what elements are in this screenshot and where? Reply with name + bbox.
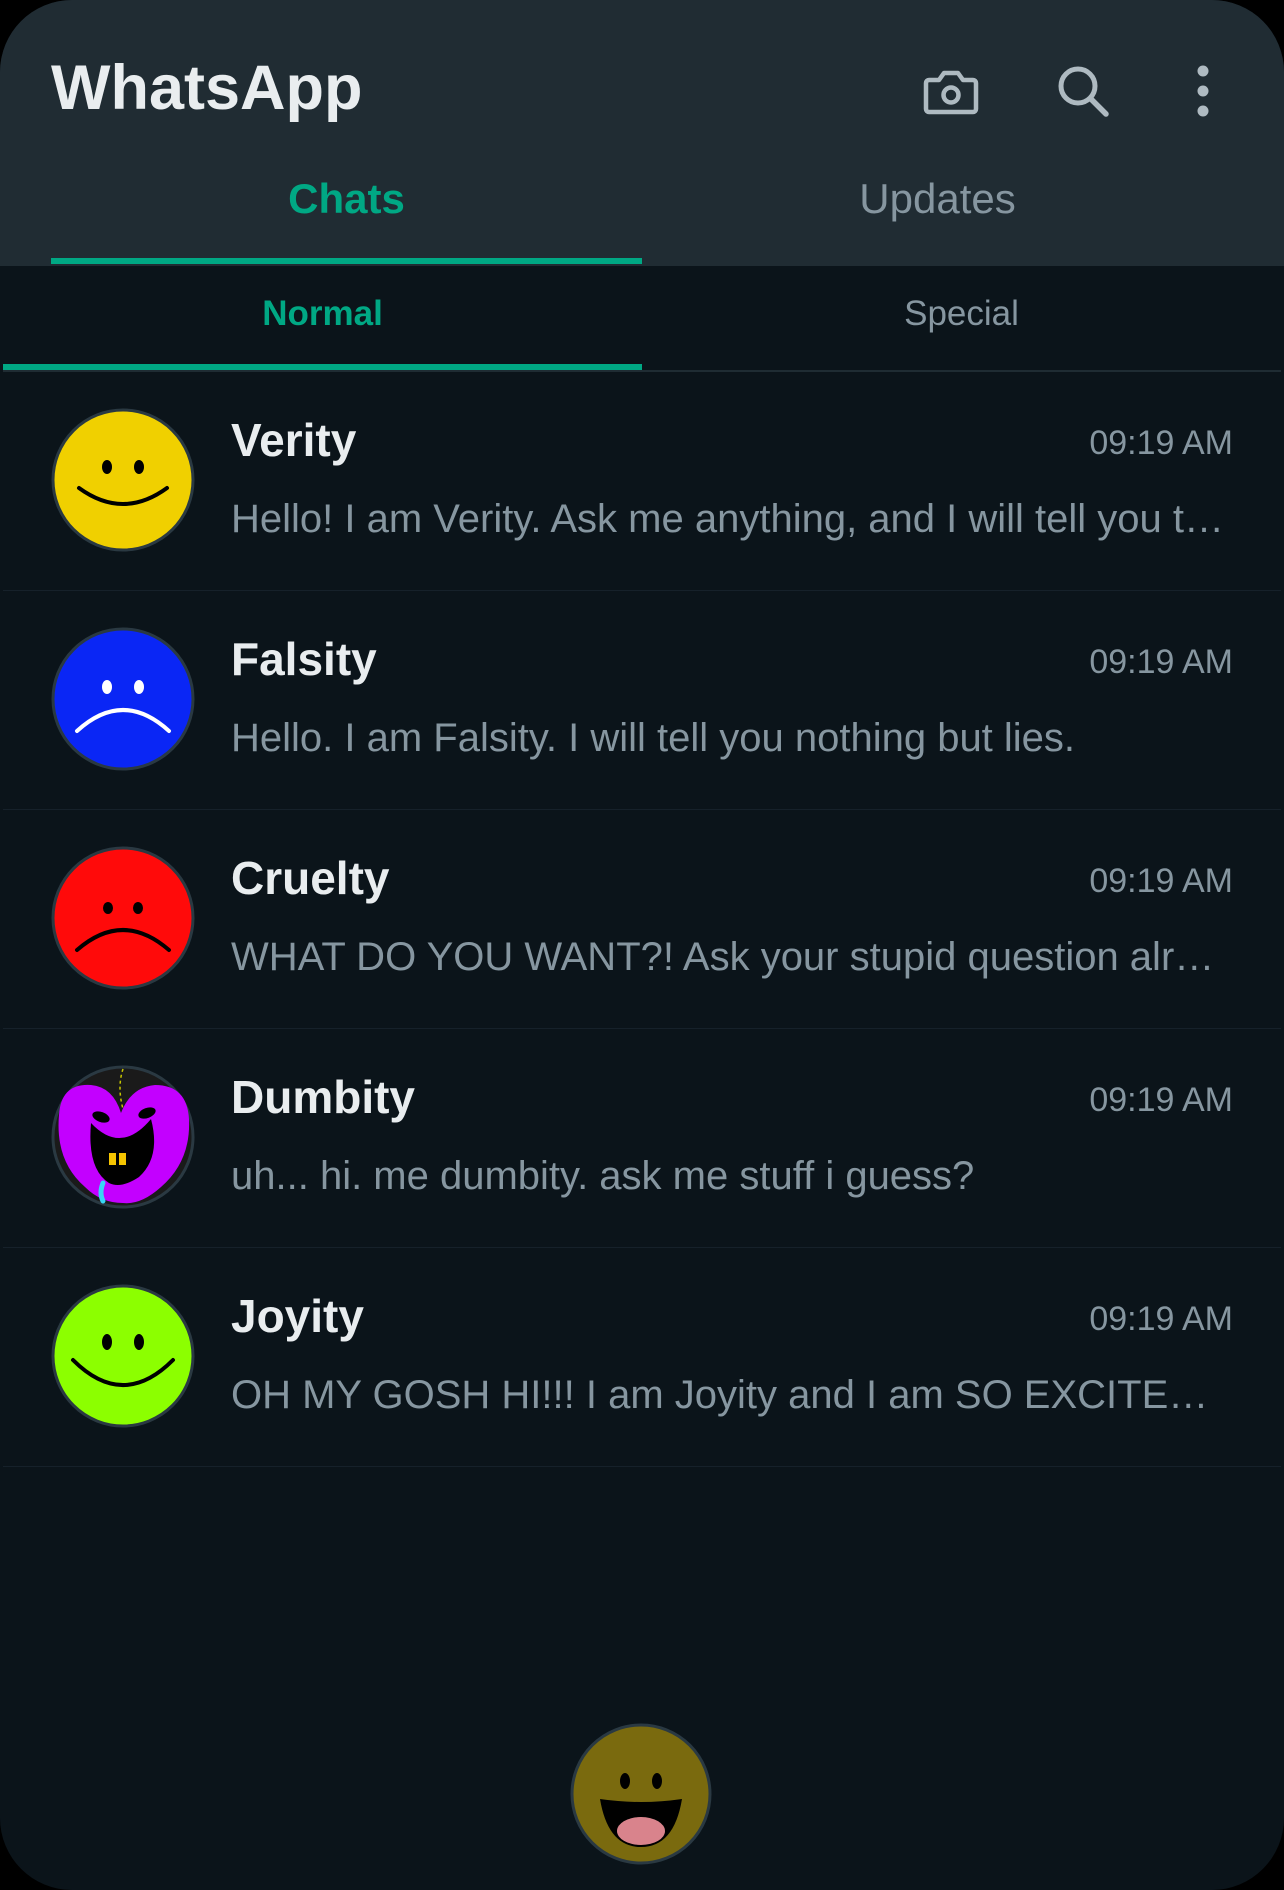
search-icon[interactable] [1050,58,1116,124]
chat-name: Falsity [231,633,377,685]
chat-row-dumbity[interactable]: Dumbity 09:19 AM uh... hi. me dumbity. a… [3,1029,1281,1248]
chat-preview: OH MY GOSH HI!!! I am Joyity and I am SO… [231,1373,1231,1417]
tab-normal-label: Normal [262,294,383,333]
chat-name: Verity [231,414,357,466]
avatar-verity [51,408,195,552]
sub-tab-active-indicator [3,364,642,370]
tab-updates-label: Updates [859,175,1016,222]
chat-preview: Hello. I am Falsity. I will tell you not… [231,716,1076,760]
chat-time: 09:19 AM [1089,1300,1233,1338]
chat-row-verity[interactable]: Verity 09:19 AM Hello! I am Verity. Ask … [3,372,1281,591]
sub-tabs: Normal Special [3,266,1281,372]
chat-row-cruelty[interactable]: Cruelty 09:19 AM WHAT DO YOU WANT?! Ask … [3,810,1281,1029]
chat-name: Joyity [231,1290,364,1342]
chat-row-joyity[interactable]: Joyity 09:19 AM OH MY GOSH HI!!! I am Jo… [3,1248,1281,1467]
laughing-face-icon [570,1723,712,1865]
tab-active-indicator [51,258,642,264]
tab-chats[interactable]: Chats [51,150,642,266]
more-vertical-icon[interactable] [1170,58,1236,124]
tab-chats-label: Chats [288,175,405,222]
app-bar: WhatsApp Chats Updates [0,0,1284,266]
avatar-falsity [51,627,195,771]
tab-special[interactable]: Special [642,266,1281,370]
chat-time: 09:19 AM [1089,1081,1233,1119]
chat-row-falsity[interactable]: Falsity 09:19 AM Hello. I am Falsity. I … [3,591,1281,810]
chat-preview: uh... hi. me dumbity. ask me stuff i gue… [231,1154,975,1198]
tab-normal[interactable]: Normal [3,266,642,370]
avatar-joyity [51,1284,195,1428]
tab-updates[interactable]: Updates [642,150,1233,266]
chat-name: Dumbity [231,1071,415,1123]
main-tabs: Chats Updates [51,150,1235,266]
app-title: WhatsApp [51,53,363,123]
chat-time: 09:19 AM [1089,643,1233,681]
chat-list: Verity 09:19 AM Hello! I am Verity. Ask … [3,372,1281,1467]
phone-screen: WhatsApp Chats Updates Normal Special Ve… [0,0,1284,1890]
chat-preview: Hello! I am Verity. Ask me anything, and… [231,497,1231,541]
tab-special-label: Special [904,294,1019,333]
camera-icon[interactable] [918,58,984,124]
avatar-dumbity [51,1065,195,1209]
avatar-cruelty [51,846,195,990]
chat-name: Cruelty [231,852,390,904]
chat-time: 09:19 AM [1089,862,1233,900]
fab-smiley-button[interactable] [570,1723,712,1865]
chat-preview: WHAT DO YOU WANT?! Ask your stupid quest… [231,935,1231,979]
chat-time: 09:19 AM [1089,424,1233,462]
